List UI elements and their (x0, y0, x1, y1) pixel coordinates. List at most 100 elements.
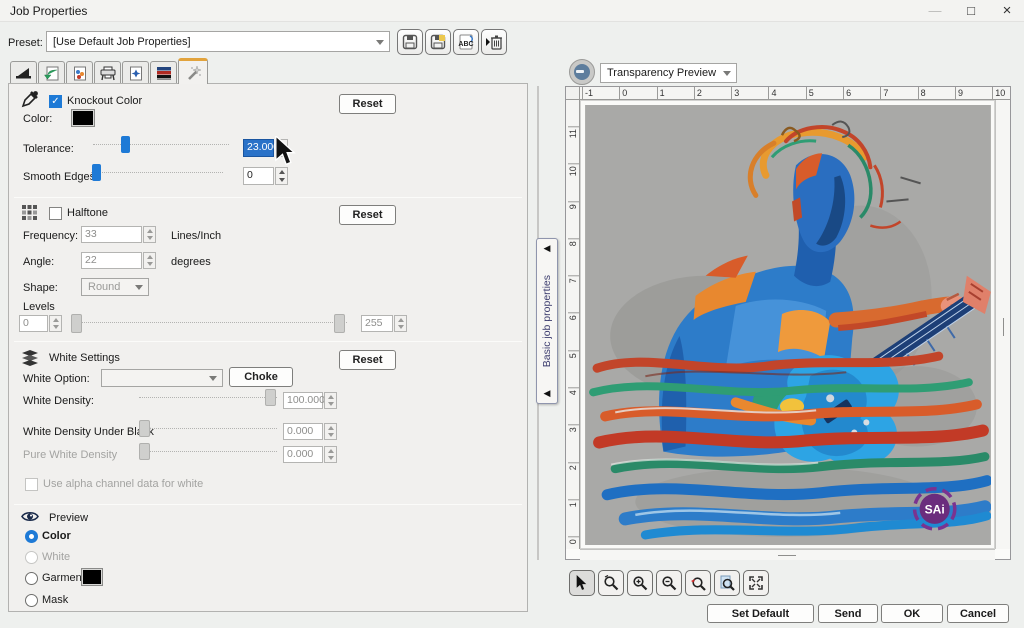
maximize-button[interactable]: □ (956, 1, 986, 20)
tab-color-management[interactable] (66, 61, 93, 84)
levels-min-spinner[interactable] (49, 315, 62, 332)
frequency-label: Frequency: (23, 230, 78, 242)
preview-mask-radio[interactable] (25, 594, 38, 607)
preset-value: [Use Default Job Properties] (53, 36, 191, 48)
render-preview-button[interactable] (569, 59, 595, 85)
select-tool-button[interactable] (569, 570, 595, 596)
white-reset-button[interactable]: Reset (339, 350, 396, 370)
tab-printer-options[interactable] (94, 61, 121, 84)
ruler-tick: 6 (843, 87, 880, 99)
white-density-slider[interactable] (139, 389, 277, 407)
white-density-under-black-handle[interactable] (139, 420, 150, 437)
rename-preset-button[interactable]: ABC (453, 29, 479, 55)
zoom-tool-button[interactable] (598, 570, 624, 596)
white-density-under-black-spinner[interactable] (324, 423, 337, 440)
tab-effects[interactable] (178, 58, 208, 84)
tab-advanced-options[interactable] (122, 61, 149, 84)
pure-white-density-slider[interactable] (139, 443, 277, 461)
cancel-button[interactable]: Cancel (947, 604, 1009, 623)
cursor-icon (575, 575, 589, 591)
smooth-edges-spinner[interactable] (275, 167, 288, 185)
white-density-spinner[interactable] (324, 392, 337, 409)
basic-job-properties-side-tab[interactable]: ◀ Basic job properties ◀ (536, 238, 558, 404)
levels-min-handle[interactable] (71, 314, 82, 333)
zoom-in-button[interactable] (627, 570, 653, 596)
halftone-reset-button[interactable]: Reset (339, 205, 396, 225)
tab-layout[interactable] (10, 61, 37, 84)
levels-max-spinner[interactable] (394, 315, 407, 332)
ruler-tick: 5 (806, 87, 843, 99)
vertical-scrollbar[interactable] (995, 100, 1010, 549)
ruler-tick: 9 (955, 87, 992, 99)
ok-button[interactable]: OK (881, 604, 943, 623)
white-settings-title: White Settings (49, 352, 120, 364)
close-button[interactable]: × (992, 1, 1022, 20)
delete-preset-button[interactable] (481, 29, 507, 55)
levels-range-slider[interactable] (71, 314, 347, 334)
halftone-grid-icon (22, 205, 37, 220)
side-tab-label: Basic job properties (541, 275, 553, 367)
angle-spinner[interactable] (143, 252, 156, 269)
preview-garment-label: Garment (42, 572, 85, 584)
frequency-spinner[interactable] (143, 226, 156, 243)
tolerance-slider-handle[interactable] (121, 136, 130, 153)
ruler-tick: 0 (568, 536, 579, 549)
smooth-edges-slider-handle[interactable] (92, 164, 101, 181)
fit-page-button[interactable] (714, 570, 740, 596)
smooth-edges-input[interactable]: 0 (243, 167, 274, 185)
save-preset-button[interactable] (397, 29, 423, 55)
levels-max-handle[interactable] (334, 314, 345, 333)
zoom-out-button[interactable] (656, 570, 682, 596)
knockout-color-checkbox[interactable]: ✓ (49, 95, 62, 108)
angle-input[interactable]: 22 (81, 252, 142, 269)
levels-min-input[interactable]: 0 (19, 315, 48, 332)
layout-tab-icon (15, 66, 33, 81)
shape-dropdown[interactable]: Round (81, 278, 149, 296)
tab-separations[interactable] (150, 61, 177, 84)
collapse-left-icon-bottom[interactable]: ◀ (544, 389, 551, 398)
collapse-left-icon-top[interactable]: ◀ (544, 244, 551, 253)
preview-color-radio[interactable] (25, 530, 38, 543)
white-option-dropdown[interactable] (101, 369, 223, 387)
preview-mode-dropdown[interactable]: Transparency Preview (600, 63, 737, 83)
set-default-button[interactable]: Set Default (707, 604, 814, 623)
knockout-reset-button[interactable]: Reset (339, 94, 396, 114)
ruler-tick: 9 (568, 201, 579, 238)
preview-white-label: White (42, 551, 70, 563)
tab-workflow[interactable] (38, 61, 65, 84)
trash-icon (485, 34, 503, 50)
levels-max-input[interactable]: 255 (361, 315, 393, 332)
preset-dropdown[interactable]: [Use Default Job Properties] (46, 31, 390, 52)
pure-white-density-input[interactable]: 0.000 (283, 446, 323, 463)
choke-button[interactable]: Choke (229, 367, 293, 387)
frequency-input[interactable]: 33 (81, 226, 142, 243)
tolerance-slider[interactable] (93, 136, 229, 154)
minimize-button[interactable]: — (920, 1, 950, 20)
fullscreen-button[interactable] (743, 570, 769, 596)
tolerance-input[interactable]: 23.000 (243, 139, 274, 157)
save-preset-as-button[interactable] (425, 29, 451, 55)
halftone-checkbox[interactable] (49, 207, 62, 220)
white-density-handle[interactable] (265, 389, 276, 406)
mouse-cursor (274, 136, 296, 166)
alpha-channel-label: Use alpha channel data for white (43, 478, 203, 490)
pure-white-density-handle[interactable] (139, 443, 150, 460)
white-density-under-black-slider[interactable] (139, 420, 277, 438)
angle-label: Angle: (23, 256, 54, 268)
separations-tab-icon (156, 66, 172, 81)
white-density-under-black-input[interactable]: 0.000 (283, 423, 323, 440)
horizontal-ruler: -1012345678910 (580, 87, 1010, 100)
white-density-input[interactable]: 100.000 (283, 392, 323, 409)
send-button[interactable]: Send (818, 604, 878, 623)
knockout-color-swatch[interactable] (71, 109, 95, 127)
preview-white-radio[interactable] (25, 551, 38, 564)
pure-white-density-spinner[interactable] (324, 446, 337, 463)
smooth-edges-slider[interactable] (91, 164, 223, 182)
horizontal-scrollbar[interactable] (580, 549, 995, 560)
preview-mode-value: Transparency Preview (607, 67, 716, 79)
ruler-tick: 7 (880, 87, 917, 99)
alpha-channel-checkbox[interactable] (25, 478, 38, 491)
garment-color-swatch[interactable] (81, 568, 103, 586)
preview-garment-radio[interactable] (25, 572, 38, 585)
zoom-area-button[interactable] (685, 570, 711, 596)
